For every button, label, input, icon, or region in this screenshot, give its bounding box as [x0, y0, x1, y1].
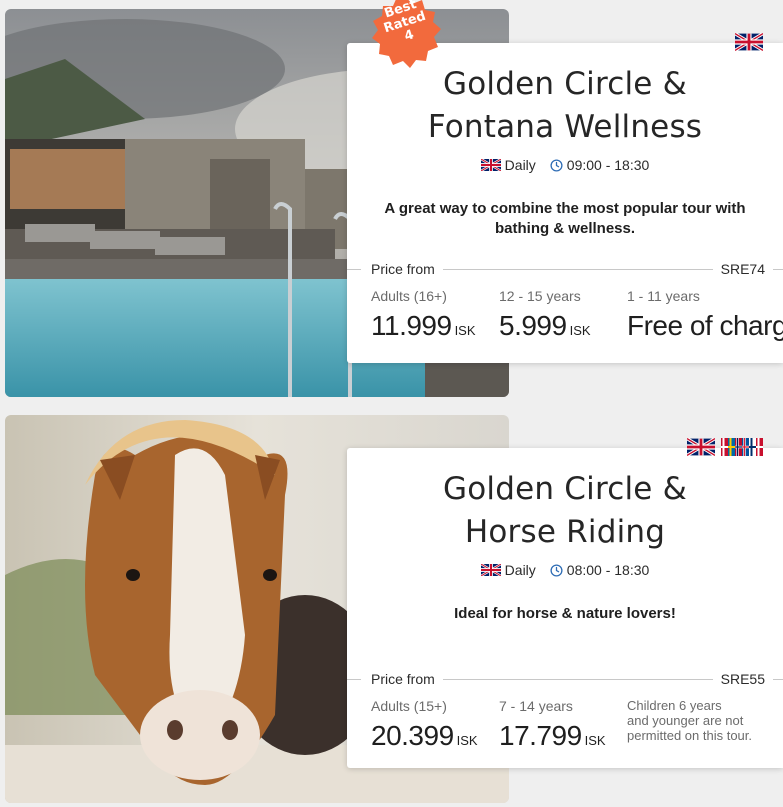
price-from-label: Price from [371, 261, 435, 277]
note-line-2: and younger are not [627, 713, 744, 728]
price-amount: 5.999 ISK [499, 310, 591, 342]
clock-icon [550, 158, 563, 172]
tour-info-card[interactable]: Golden Circle & Fontana Wellness Daily 0… [347, 33, 783, 363]
time-label: 09:00 - 18:30 [566, 157, 650, 173]
uk-flag-icon [735, 33, 763, 51]
price-from-label: Price from [371, 671, 435, 687]
uk-flag-icon [480, 564, 501, 576]
schedule-frequency: Daily [480, 562, 536, 578]
schedule-time: 09:00 - 18:30 [550, 157, 650, 173]
price-value: Free of charge [627, 310, 783, 341]
price-children: 1 - 11 years Free of charge [627, 288, 783, 342]
language-flags [687, 438, 763, 456]
divider [442, 268, 713, 270]
price-currency: ISK [584, 733, 606, 748]
price-age-label: 7 - 14 years [499, 698, 573, 714]
schedule-frequency: Daily [480, 157, 536, 173]
tour-description: Ideal for horse & nature lovers! [454, 605, 676, 622]
tour-title-line-2: Horse Riding [464, 514, 666, 550]
price-age-label: 1 - 11 years [627, 288, 700, 304]
price-currency: ISK [454, 323, 476, 338]
price-children: 7 - 14 years 17.799 ISK [499, 698, 606, 752]
uk-flag-icon [480, 159, 501, 171]
best-rated-badge: Best Rated 4 [367, 0, 443, 70]
price-adults: Adults (16+) 11.999 ISK [371, 288, 476, 342]
tour-title[interactable]: Golden Circle & Horse Riding [347, 468, 783, 554]
price-header: Price from SRE55 [347, 670, 783, 688]
price-currency: ISK [569, 323, 591, 338]
clock-icon [550, 563, 563, 577]
schedule-time: 08:00 - 18:30 [550, 562, 650, 578]
price-age-label: Adults (16+) [371, 288, 447, 304]
price-amount: Free of charge [627, 310, 783, 342]
uk-flag-icon [687, 438, 715, 456]
price-value: 20.399 [371, 720, 454, 751]
price-value: 11.999 [371, 310, 452, 341]
price-teens: 12 - 15 years 5.999 ISK [499, 288, 591, 342]
price-age-label: Adults (15+) [371, 698, 447, 714]
nordic-flags-icon [721, 438, 763, 456]
divider [442, 678, 713, 680]
price-amount: 11.999 ISK [371, 310, 476, 342]
tour-title-line-2: Fontana Wellness [427, 109, 703, 145]
price-adults: Adults (15+) 20.399 ISK [371, 698, 478, 752]
price-age-label: 12 - 15 years [499, 288, 581, 304]
tour-code: SRE74 [720, 261, 765, 277]
tour-description: A great way to combine the most popular … [384, 200, 746, 237]
price-currency: ISK [456, 733, 478, 748]
price-amount: 20.399 ISK [371, 720, 478, 752]
tour-title-line-1: Golden Circle & [443, 471, 687, 507]
price-value: 5.999 [499, 310, 567, 341]
price-header: Price from SRE74 [347, 260, 783, 278]
note-line-1: Children 6 years [627, 698, 722, 713]
tour-code: SRE55 [720, 671, 765, 687]
tour-card-fontana[interactable]: Golden Circle & Fontana Wellness Daily 0… [0, 0, 783, 400]
tour-schedule: Daily 09:00 - 18:30 [347, 157, 783, 173]
divider [347, 678, 361, 680]
note-line-3: permitted on this tour. [627, 728, 753, 743]
frequency-label: Daily [504, 562, 536, 578]
tour-card-horse-riding[interactable]: Golden Circle & Horse Riding Daily 08:00… [0, 405, 783, 805]
tour-title[interactable]: Golden Circle & Fontana Wellness [347, 63, 783, 149]
language-flags [735, 33, 763, 51]
time-label: 08:00 - 18:30 [566, 562, 650, 578]
price-value: 17.799 [499, 720, 582, 751]
frequency-label: Daily [504, 157, 536, 173]
price-restriction-note: Children 6 years and younger are not per… [627, 698, 752, 743]
tour-schedule: Daily 08:00 - 18:30 [347, 562, 783, 578]
price-amount: 17.799 ISK [499, 720, 606, 752]
divider [773, 268, 783, 270]
divider [347, 268, 361, 270]
tour-info-card[interactable]: Golden Circle & Horse Riding Daily 08:00… [347, 438, 783, 768]
divider [773, 678, 783, 680]
